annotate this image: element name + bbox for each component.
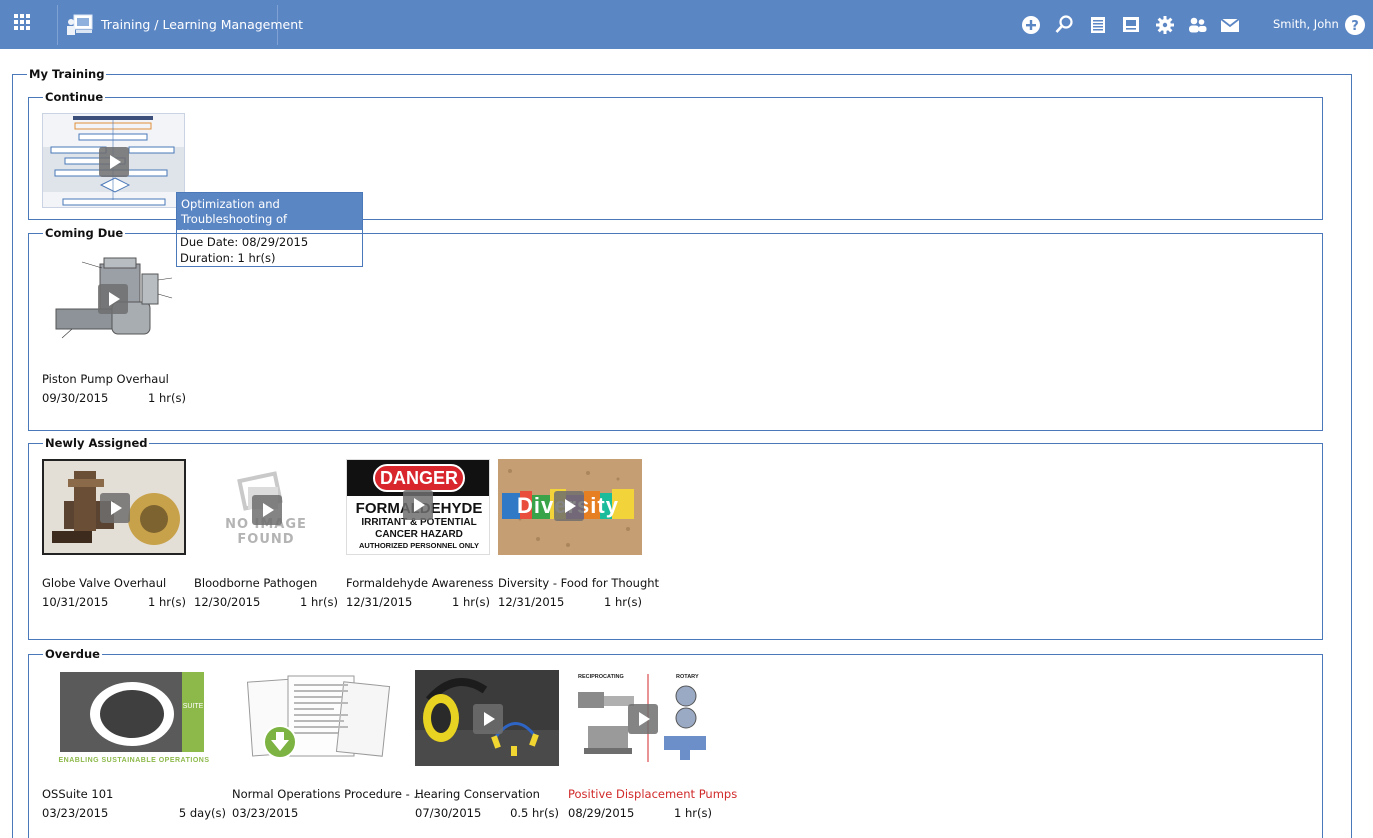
apps-grid-icon[interactable] (14, 14, 36, 36)
course-due-date: 03/23/2015 (232, 806, 299, 820)
course-thumbnail: NO IMAGE FOUND (194, 459, 338, 555)
course-title[interactable]: Bloodborne Pathogen (194, 576, 317, 590)
course-due-date: 08/29/2015 (568, 806, 635, 820)
users-icon[interactable] (1186, 14, 1208, 36)
sign-line: CANCER HAZARD (375, 529, 463, 540)
tooltip-title: Optimization and Troubleshooting of Hydr… (177, 193, 362, 241)
course-duration: 1 hr(s) (604, 595, 642, 609)
course-duration: 0.5 hr(s) (510, 806, 559, 820)
course-duration: 1 hr(s) (148, 595, 186, 609)
play-icon[interactable] (554, 491, 584, 521)
reciprocating-label: RECIPROCATING (578, 674, 624, 680)
overdue-section: Overdue SUITE ENABLING SUSTAINABLE OPERA… (28, 647, 1323, 838)
course-card[interactable]: SUITE ENABLING SUSTAINABLE OPERATIONS OS… (42, 670, 226, 820)
course-card[interactable]: Piston Pump Overhaul 09/30/2015 1 hr(s) (42, 254, 192, 405)
mail-icon[interactable] (1219, 14, 1241, 36)
course-card[interactable]: Globe Valve Overhaul 10/31/2015 1 hr(s) (42, 459, 192, 609)
play-icon[interactable] (252, 495, 282, 525)
sign-line: AUTHORIZED PERSONNEL ONLY (358, 541, 479, 550)
play-icon[interactable] (98, 284, 128, 314)
list-icon[interactable] (1087, 14, 1109, 36)
course-thumbnail (42, 254, 186, 346)
app-brand[interactable]: Training / Learning Management (57, 5, 303, 45)
danger-label: DANGER (379, 468, 458, 488)
id-card-icon[interactable] (1120, 14, 1142, 36)
course-due-date: 12/31/2015 (346, 595, 413, 609)
course-title[interactable]: OSSuite 101 (42, 787, 113, 801)
course-card[interactable]: NO IMAGE FOUND Bloodborne Pathogen 12/30… (194, 459, 344, 609)
course-duration: 1 hr(s) (148, 391, 186, 405)
rotary-label: ROTARY (676, 674, 699, 680)
play-icon[interactable] (99, 147, 129, 177)
course-duration: 1 hr(s) (674, 806, 712, 820)
course-thumbnail (42, 113, 185, 208)
course-due-date: 09/30/2015 (42, 391, 109, 405)
course-title[interactable]: Hearing Conservation (415, 787, 540, 801)
section-title: Continue (43, 90, 106, 104)
play-icon[interactable] (628, 704, 658, 734)
course-thumbnail: RECIPROCATING ROTARY (568, 670, 712, 766)
play-icon[interactable] (403, 490, 433, 520)
course-due-date: 12/31/2015 (498, 595, 565, 609)
settings-icon[interactable] (1154, 14, 1176, 36)
course-title-overdue[interactable]: Positive Displacement Pumps (568, 787, 737, 801)
course-duration: 1 hr(s) (300, 595, 338, 609)
user-menu[interactable]: Smith, John (1273, 17, 1339, 31)
course-due-date: 03/23/2015 (42, 806, 109, 820)
course-due-date: 07/30/2015 (415, 806, 482, 820)
course-duration: 5 day(s) (178, 806, 226, 820)
course-title[interactable]: Normal Operations Procedure - ... (232, 787, 424, 801)
course-card[interactable]: RECIPROCATING ROTARY Positive Displaceme… (568, 670, 737, 820)
course-title[interactable]: Piston Pump Overhaul (42, 372, 169, 386)
section-title: Coming Due (43, 226, 126, 240)
course-title[interactable]: Formaldehyde Awareness (346, 576, 493, 590)
coming-due-section: Coming Due Piston Pump Overhaul 09/30/20… (28, 226, 1323, 431)
ossuite-logo-o (100, 690, 164, 738)
course-thumbnail (232, 670, 414, 766)
course-card[interactable]: Diversity Diversity - Food for Thought 1… (498, 459, 659, 609)
play-icon[interactable] (473, 704, 503, 734)
course-card[interactable]: Normal Operations Procedure - ... 03/23/… (232, 670, 424, 820)
course-due-date: 12/30/2015 (194, 595, 261, 609)
section-title: Overdue (43, 647, 102, 661)
course-duration: 1 hr(s) (452, 595, 490, 609)
document-image (246, 675, 391, 759)
top-bar: Training / Learning Management Smith, Jo… (0, 0, 1373, 49)
ossuite-suite-text: SUITE (182, 703, 204, 710)
newly-assigned-section: Newly Assigned Globe Valve Overhaul 10/3… (28, 436, 1323, 640)
help-icon[interactable]: ? (1344, 14, 1366, 36)
course-title[interactable]: Globe Valve Overhaul (42, 576, 166, 590)
svg-text:?: ? (1351, 19, 1359, 34)
course-due-date: 10/31/2015 (42, 595, 109, 609)
training-logo-icon (67, 14, 93, 35)
course-thumbnail (42, 459, 186, 555)
page-title: My Training (27, 67, 107, 81)
play-icon[interactable] (100, 493, 130, 523)
course-thumbnail: SUITE ENABLING SUSTAINABLE OPERATIONS (42, 670, 226, 766)
ossuite-tagline: ENABLING SUSTAINABLE OPERATIONS (58, 757, 210, 764)
course-thumbnail: Diversity (498, 459, 642, 555)
add-icon[interactable] (1020, 14, 1042, 36)
course-thumbnail (415, 670, 559, 766)
course-card[interactable]: Hearing Conservation 07/30/2015 0.5 hr(s… (415, 670, 565, 820)
ossuite-logo-bar (182, 672, 204, 752)
course-card[interactable]: DANGER FORMALDEHYDE IRRITANT & POTENTIAL… (346, 459, 496, 609)
app-title: Training / Learning Management (101, 17, 304, 32)
section-title: Newly Assigned (43, 436, 150, 450)
search-icon[interactable] (1053, 14, 1075, 36)
course-thumbnail: DANGER FORMALDEHYDE IRRITANT & POTENTIAL… (346, 459, 490, 555)
course-title[interactable]: Diversity - Food for Thought (498, 576, 659, 590)
